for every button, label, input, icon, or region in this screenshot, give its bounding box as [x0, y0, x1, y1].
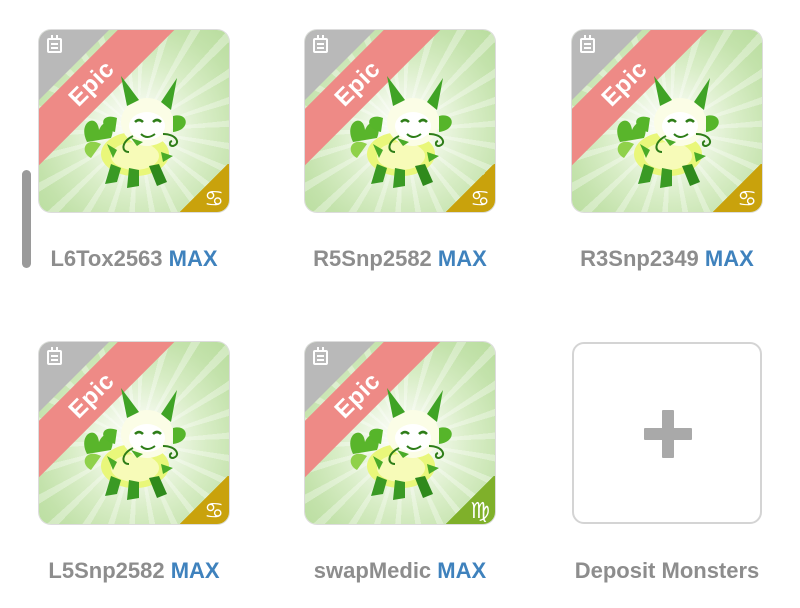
monster-label: swapMedic MAX	[280, 558, 520, 584]
monster-card[interactable]: Epic ♋	[572, 30, 762, 212]
monster-image	[82, 74, 188, 190]
monster-label: L5Snp2582 MAX	[14, 558, 254, 584]
monster-card[interactable]: Epic ♋	[39, 30, 229, 212]
level-badge: MAX	[704, 246, 754, 271]
monster-name: L6Tox2563	[50, 246, 163, 271]
monster-image	[615, 74, 721, 190]
monster-label: R5Snp2582 MAX	[280, 246, 520, 272]
level-badge: MAX	[168, 246, 218, 271]
monster-image	[82, 386, 188, 502]
monster-name: R5Snp2582	[313, 246, 432, 271]
monster-label: R3Snp2349 MAX	[547, 246, 787, 272]
cancer-icon: ♋	[179, 164, 229, 212]
monster-label: L6Tox2563 MAX	[14, 246, 254, 272]
calendar-icon	[580, 35, 595, 53]
level-badge: MAX	[170, 558, 220, 583]
cancer-icon: ♋	[445, 164, 495, 212]
level-badge: MAX	[437, 558, 487, 583]
monster-card[interactable]: Epic ♋	[39, 342, 229, 524]
calendar-icon	[313, 35, 328, 53]
monster-name: R3Snp2349	[580, 246, 699, 271]
monster-card[interactable]: Epic ♋	[305, 30, 495, 212]
virgo-icon: ♍	[445, 476, 495, 524]
calendar-icon	[47, 347, 62, 365]
monster-card[interactable]: Epic ♍	[305, 342, 495, 524]
cancer-icon: ♋	[712, 164, 762, 212]
deposit-monsters-button[interactable]	[572, 342, 762, 524]
calendar-icon	[313, 347, 328, 365]
calendar-icon	[47, 35, 62, 53]
monster-image	[348, 74, 454, 190]
monster-name: swapMedic	[313, 558, 432, 583]
monster-image	[348, 386, 454, 502]
cancer-icon: ♋	[179, 476, 229, 524]
monster-name: L5Snp2582	[48, 558, 165, 583]
level-badge: MAX	[437, 246, 487, 271]
deposit-monsters-label: Deposit Monsters	[574, 558, 760, 583]
